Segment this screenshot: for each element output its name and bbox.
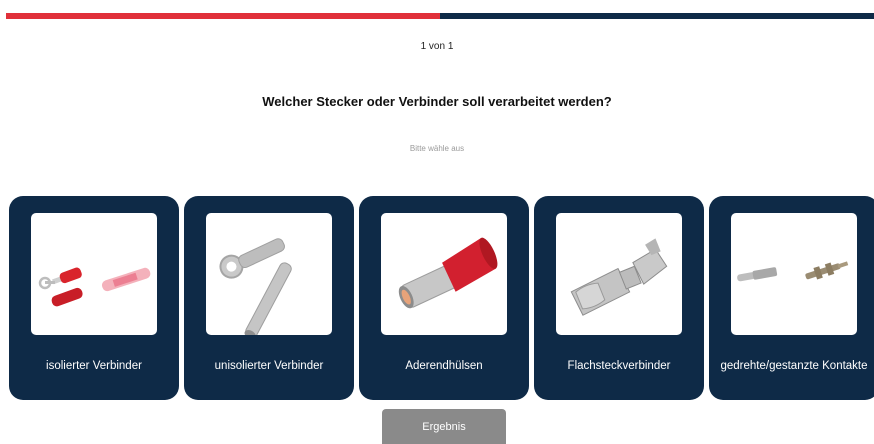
flat-plug-connector-icon	[556, 213, 682, 335]
progress-bar	[6, 13, 874, 19]
option-label: unisolierter Verbinder	[214, 359, 324, 372]
option-label: gedrehte/gestanzte Kontakte	[720, 359, 868, 372]
option-card-gedrehte-gestanzte-kontakte[interactable]: gedrehte/gestanzte Kontakte	[709, 196, 874, 400]
step-indicator: 1 von 1	[420, 41, 454, 52]
progress-bar-fill	[6, 13, 440, 19]
option-card-flachsteckverbinder[interactable]: Flachsteckverbinder	[534, 196, 704, 400]
result-button[interactable]: Ergebnis	[382, 409, 506, 444]
selection-hint: Bitte wähle aus	[409, 144, 465, 153]
uninsulated-connector-icon	[206, 213, 332, 335]
option-card-unisolierter-verbinder[interactable]: unisolierter Verbinder	[184, 196, 354, 400]
turned-stamped-contact-icon	[731, 213, 857, 335]
option-label: Aderendhülsen	[405, 359, 483, 372]
wire-end-ferrule-icon	[381, 213, 507, 335]
question-title: Welcher Stecker oder Verbinder soll vera…	[262, 94, 612, 109]
option-label: isolierter Verbinder	[46, 359, 142, 372]
option-card-aderendhuelsen[interactable]: Aderendhülsen	[359, 196, 529, 400]
insulated-connector-icon	[31, 213, 157, 335]
option-card-isolierter-verbinder[interactable]: isolierter Verbinder	[9, 196, 179, 400]
option-label: Flachsteckverbinder	[567, 359, 671, 372]
